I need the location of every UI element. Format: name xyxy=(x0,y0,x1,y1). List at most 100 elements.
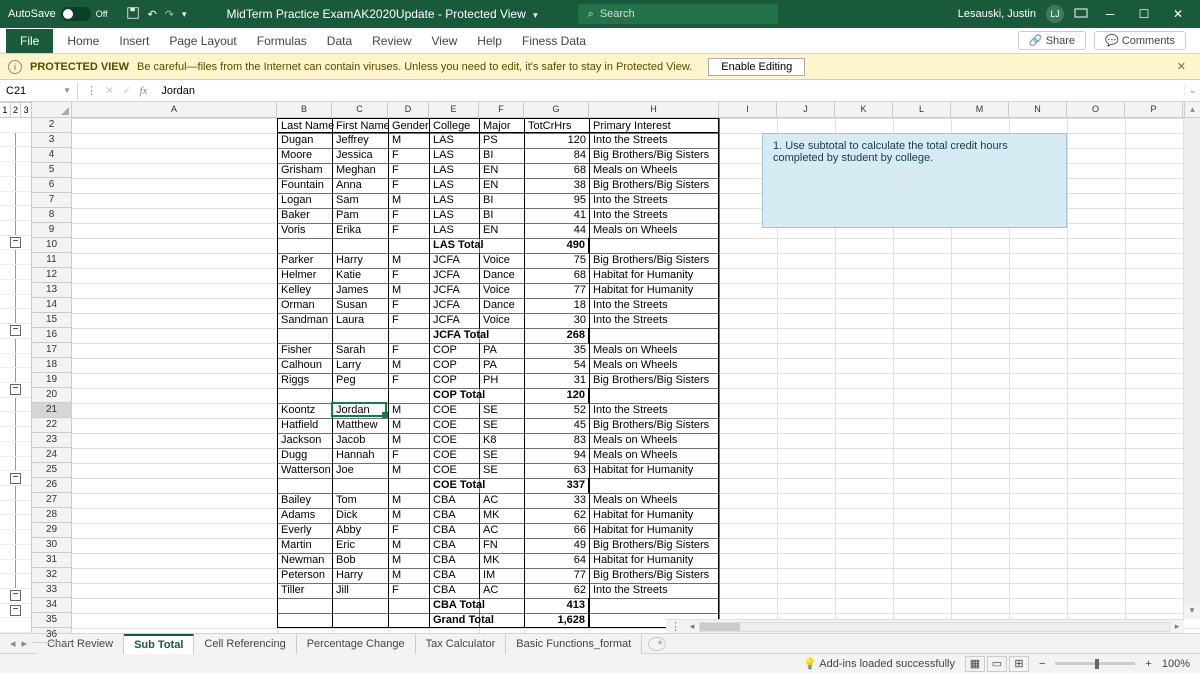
cell-G17[interactable]: 35 xyxy=(524,343,589,358)
cell-H27[interactable]: Meals on Wheels xyxy=(589,493,719,508)
cell-G6[interactable]: 38 xyxy=(524,178,589,193)
cell-D17[interactable]: F xyxy=(388,343,429,358)
cell-G21[interactable]: 52 xyxy=(524,403,589,418)
row-header-16[interactable]: 16 xyxy=(32,328,71,343)
cell-H29[interactable]: Habitat for Humanity xyxy=(589,523,719,538)
row-header-17[interactable]: 17 xyxy=(32,343,71,358)
user-avatar[interactable]: LJ xyxy=(1046,5,1064,23)
qat-dropdown-icon[interactable]: ▾ xyxy=(182,9,187,20)
cell-E26[interactable]: COE Total xyxy=(429,478,524,493)
row-header-22[interactable]: 22 xyxy=(32,418,71,433)
cell-H32[interactable]: Big Brothers/Big Sisters xyxy=(589,568,719,583)
cell-F8[interactable]: BI xyxy=(479,208,524,223)
cell-E34[interactable]: CBA Total xyxy=(429,598,524,613)
row-header-36[interactable]: 36 xyxy=(32,628,71,643)
cell-E9[interactable]: LAS xyxy=(429,223,479,238)
cell-H34[interactable] xyxy=(589,598,719,613)
cell-C17[interactable]: Sarah xyxy=(332,343,388,358)
cell-G34[interactable]: 413 xyxy=(524,598,589,613)
cell-D19[interactable]: F xyxy=(388,373,429,388)
column-header-J[interactable]: J xyxy=(777,102,835,117)
cell-G18[interactable]: 54 xyxy=(524,358,589,373)
cell-H5[interactable]: Meals on Wheels xyxy=(589,163,719,178)
cell-G26[interactable]: 337 xyxy=(524,478,589,493)
cell-H6[interactable]: Big Brothers/Big Sisters xyxy=(589,178,719,193)
outline-collapse-row-10[interactable]: − xyxy=(10,237,21,248)
cell-E12[interactable]: JCFA xyxy=(429,268,479,283)
cell-G10[interactable]: 490 xyxy=(524,238,589,253)
cell-D9[interactable]: F xyxy=(388,223,429,238)
horizontal-scrollbar[interactable]: ⋮ ◂ ▸ xyxy=(666,619,1184,633)
cell-G33[interactable]: 62 xyxy=(524,583,589,598)
row-header-34[interactable]: 34 xyxy=(32,598,71,613)
cell-G3[interactable]: 120 xyxy=(524,133,589,148)
cell-B22[interactable]: Hatfield xyxy=(277,418,332,433)
enable-editing-button[interactable]: Enable Editing xyxy=(708,58,805,76)
hscroll-split-icon[interactable]: ⋮ xyxy=(666,620,685,633)
row-header-9[interactable]: 9 xyxy=(32,223,71,238)
column-header-L[interactable]: L xyxy=(893,102,951,117)
cell-D28[interactable]: M xyxy=(388,508,429,523)
sheet-tab-cell-referencing[interactable]: Cell Referencing xyxy=(194,634,296,654)
cell-E5[interactable]: LAS xyxy=(429,163,479,178)
normal-view-icon[interactable]: ▦ xyxy=(965,656,985,672)
cell-B30[interactable]: Martin xyxy=(277,538,332,553)
cell-E10[interactable]: LAS Total xyxy=(429,238,524,253)
cell-G32[interactable]: 77 xyxy=(524,568,589,583)
cell-F27[interactable]: AC xyxy=(479,493,524,508)
cell-D13[interactable]: M xyxy=(388,283,429,298)
row-header-24[interactable]: 24 xyxy=(32,448,71,463)
cell-C28[interactable]: Dick xyxy=(332,508,388,523)
cell-G4[interactable]: 84 xyxy=(524,148,589,163)
ribbon-tab-finess-data[interactable]: Finess Data xyxy=(512,29,596,53)
cell-B5[interactable]: Grisham xyxy=(277,163,332,178)
cell-D6[interactable]: F xyxy=(388,178,429,193)
cell-B27[interactable]: Bailey xyxy=(277,493,332,508)
cell-E4[interactable]: LAS xyxy=(429,148,479,163)
row-header-12[interactable]: 12 xyxy=(32,268,71,283)
column-header-I[interactable]: I xyxy=(719,102,777,117)
search-box[interactable]: ⌕ Search xyxy=(578,4,778,24)
close-icon[interactable]: ✕ xyxy=(1166,7,1190,21)
cell-B10[interactable] xyxy=(277,238,332,253)
cell-G28[interactable]: 62 xyxy=(524,508,589,523)
cell-G7[interactable]: 95 xyxy=(524,193,589,208)
select-all-button[interactable] xyxy=(32,102,72,117)
cell-D32[interactable]: M xyxy=(388,568,429,583)
cell-C35[interactable] xyxy=(332,613,388,628)
cell-C33[interactable]: Jill xyxy=(332,583,388,598)
cell-G14[interactable]: 18 xyxy=(524,298,589,313)
cell-H23[interactable]: Meals on Wheels xyxy=(589,433,719,448)
cell-B13[interactable]: Kelley xyxy=(277,283,332,298)
cell-C2[interactable]: First Name xyxy=(332,118,388,133)
cell-B34[interactable] xyxy=(277,598,332,613)
sheet-tab-sub-total[interactable]: Sub Total xyxy=(124,634,194,654)
cell-G8[interactable]: 41 xyxy=(524,208,589,223)
row-header-15[interactable]: 15 xyxy=(32,313,71,328)
cell-H18[interactable]: Meals on Wheels xyxy=(589,358,719,373)
cell-G29[interactable]: 66 xyxy=(524,523,589,538)
row-header-6[interactable]: 6 xyxy=(32,178,71,193)
cell-B2[interactable]: Last Name xyxy=(277,118,332,133)
row-header-14[interactable]: 14 xyxy=(32,298,71,313)
cell-E22[interactable]: COE xyxy=(429,418,479,433)
cell-F30[interactable]: FN xyxy=(479,538,524,553)
cell-E2[interactable]: College xyxy=(429,118,479,133)
cell-C29[interactable]: Abby xyxy=(332,523,388,538)
column-header-C[interactable]: C xyxy=(332,102,388,117)
row-header-4[interactable]: 4 xyxy=(32,148,71,163)
sheet-tab-percentage-change[interactable]: Percentage Change xyxy=(297,634,416,654)
outline-collapse-row-26[interactable]: − xyxy=(10,473,21,484)
cell-B17[interactable]: Fisher xyxy=(277,343,332,358)
column-header-N[interactable]: N xyxy=(1009,102,1067,117)
cell-B9[interactable]: Voris xyxy=(277,223,332,238)
row-header-13[interactable]: 13 xyxy=(32,283,71,298)
zoom-in-icon[interactable]: + xyxy=(1145,658,1151,670)
cell-D29[interactable]: F xyxy=(388,523,429,538)
cell-C16[interactable] xyxy=(332,328,388,343)
cell-G20[interactable]: 120 xyxy=(524,388,589,403)
cell-G9[interactable]: 44 xyxy=(524,223,589,238)
cell-E16[interactable]: JCFA Total xyxy=(429,328,524,343)
row-header-31[interactable]: 31 xyxy=(32,553,71,568)
row-header-21[interactable]: 21 xyxy=(32,403,71,418)
